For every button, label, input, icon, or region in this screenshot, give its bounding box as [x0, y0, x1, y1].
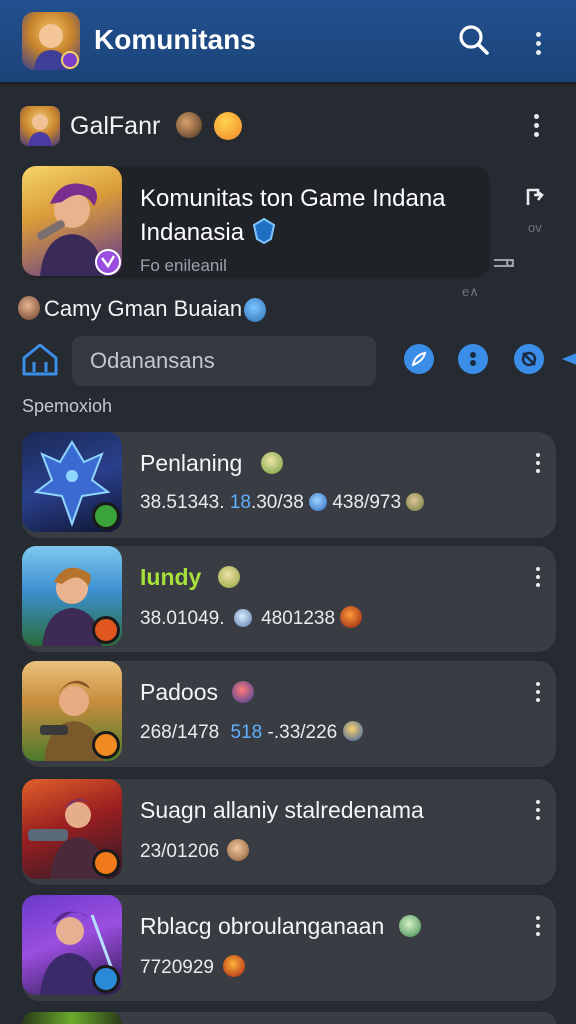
character-emoji-icon — [406, 493, 425, 511]
character-emoji-icon — [18, 296, 40, 320]
group-more-icon[interactable] — [524, 108, 548, 142]
cookie-icon — [226, 839, 249, 861]
search-button[interactable] — [454, 20, 494, 60]
game-row[interactable]: Camy Gman Buaian — [0, 292, 576, 326]
gem-shield-icon — [252, 217, 275, 245]
character-emoji-icon — [176, 112, 202, 138]
featured-image — [22, 166, 122, 276]
lightning-icon — [309, 493, 328, 511]
search-input[interactable] — [72, 336, 376, 386]
list-item[interactable]: Suagn allaniy stalredenama 23/01206 — [22, 779, 556, 885]
character-emoji-icon — [398, 915, 421, 937]
item-title: Penlaning — [140, 450, 283, 477]
game-row-label: Camy Gman Buaian — [44, 296, 243, 321]
feather-icon — [411, 351, 427, 367]
item-badge-icon — [92, 849, 120, 877]
character-emoji-icon — [232, 681, 255, 703]
item-more-icon[interactable] — [526, 446, 550, 480]
share-icon[interactable] — [524, 186, 546, 208]
side-actions: ov e∧ — [462, 180, 558, 310]
search-row — [0, 334, 576, 392]
app-logo[interactable] — [22, 12, 80, 70]
side-label-top: ov — [528, 220, 542, 235]
angry-face-emoji-icon — [214, 112, 242, 140]
featured-community-card[interactable]: Komunitas ton Game Indana Indanasia Fo e… — [22, 166, 490, 278]
group-header: GalFanr — [0, 90, 576, 160]
blue-character-icon — [244, 298, 266, 322]
home-icon — [22, 343, 58, 376]
item-more-icon[interactable] — [526, 909, 550, 943]
item-stats: 268/1478 518 -.33/226 — [140, 721, 363, 744]
more-vertical-icon[interactable] — [526, 26, 550, 60]
item-badge-icon — [92, 502, 120, 530]
item-more-icon[interactable] — [526, 675, 550, 709]
item-thumbnail — [22, 661, 122, 761]
app-bar: Komunitans — [0, 0, 576, 82]
filter-icon[interactable] — [492, 256, 516, 270]
group-name: GalFanr — [70, 112, 161, 140]
character-emoji-icon — [260, 452, 283, 474]
item-title: Padoos — [140, 679, 255, 706]
feather-action-button[interactable] — [404, 344, 434, 374]
app-title: Komunitans — [94, 24, 256, 55]
item-badge-icon — [92, 965, 120, 993]
dots-icon — [470, 352, 476, 366]
home-button[interactable] — [20, 340, 60, 380]
character-emoji-icon — [217, 566, 240, 588]
search-icon — [459, 25, 489, 55]
refresh-action-button[interactable] — [514, 344, 544, 374]
item-badge-icon — [92, 731, 120, 759]
item-thumbnail — [22, 546, 122, 646]
item-stats: 7720929 — [140, 955, 246, 979]
item-title: Rblacg obroulanganaan — [140, 913, 421, 940]
featured-subtitle: Fo enileanil — [140, 256, 227, 275]
item-more-icon[interactable] — [526, 793, 550, 827]
section-label: Spemoxioh — [22, 396, 113, 416]
item-badge-icon — [92, 616, 120, 644]
feather-icon — [233, 609, 252, 627]
list-item[interactable]: Penlaning 38.51343. 18.30/38 438/973 — [22, 432, 556, 538]
item-title: Iundy — [140, 564, 240, 591]
group-avatar[interactable] — [20, 106, 60, 146]
item-stats: 23/01206 — [140, 839, 249, 863]
featured-title: Komunitas ton Game Indana Indanasia — [140, 185, 446, 246]
item-title: Suagn allaniy stalredenama — [140, 797, 424, 823]
lightning-icon — [342, 721, 363, 741]
item-stats: 38.51343. 18.30/38 438/973 — [140, 492, 425, 514]
settings-action-button[interactable] — [458, 344, 488, 374]
item-thumbnail — [22, 432, 122, 532]
item-thumbnail — [22, 1012, 122, 1024]
list-item[interactable] — [22, 1012, 556, 1024]
refresh-icon — [521, 351, 537, 367]
list-item[interactable]: Padoos 268/1478 518 -.33/226 — [22, 661, 556, 767]
item-more-icon[interactable] — [526, 560, 550, 594]
list-item[interactable]: Iundy 38.01049. 4801238 — [22, 546, 556, 652]
fire-icon — [340, 606, 363, 628]
item-thumbnail — [22, 895, 122, 995]
send-icon[interactable] — [560, 348, 576, 370]
item-thumbnail — [22, 779, 122, 879]
fire-icon — [223, 955, 246, 977]
item-stats: 38.01049. 4801238 — [140, 606, 363, 630]
list-item[interactable]: Rblacg obroulanganaan 7720929 — [22, 895, 556, 1001]
